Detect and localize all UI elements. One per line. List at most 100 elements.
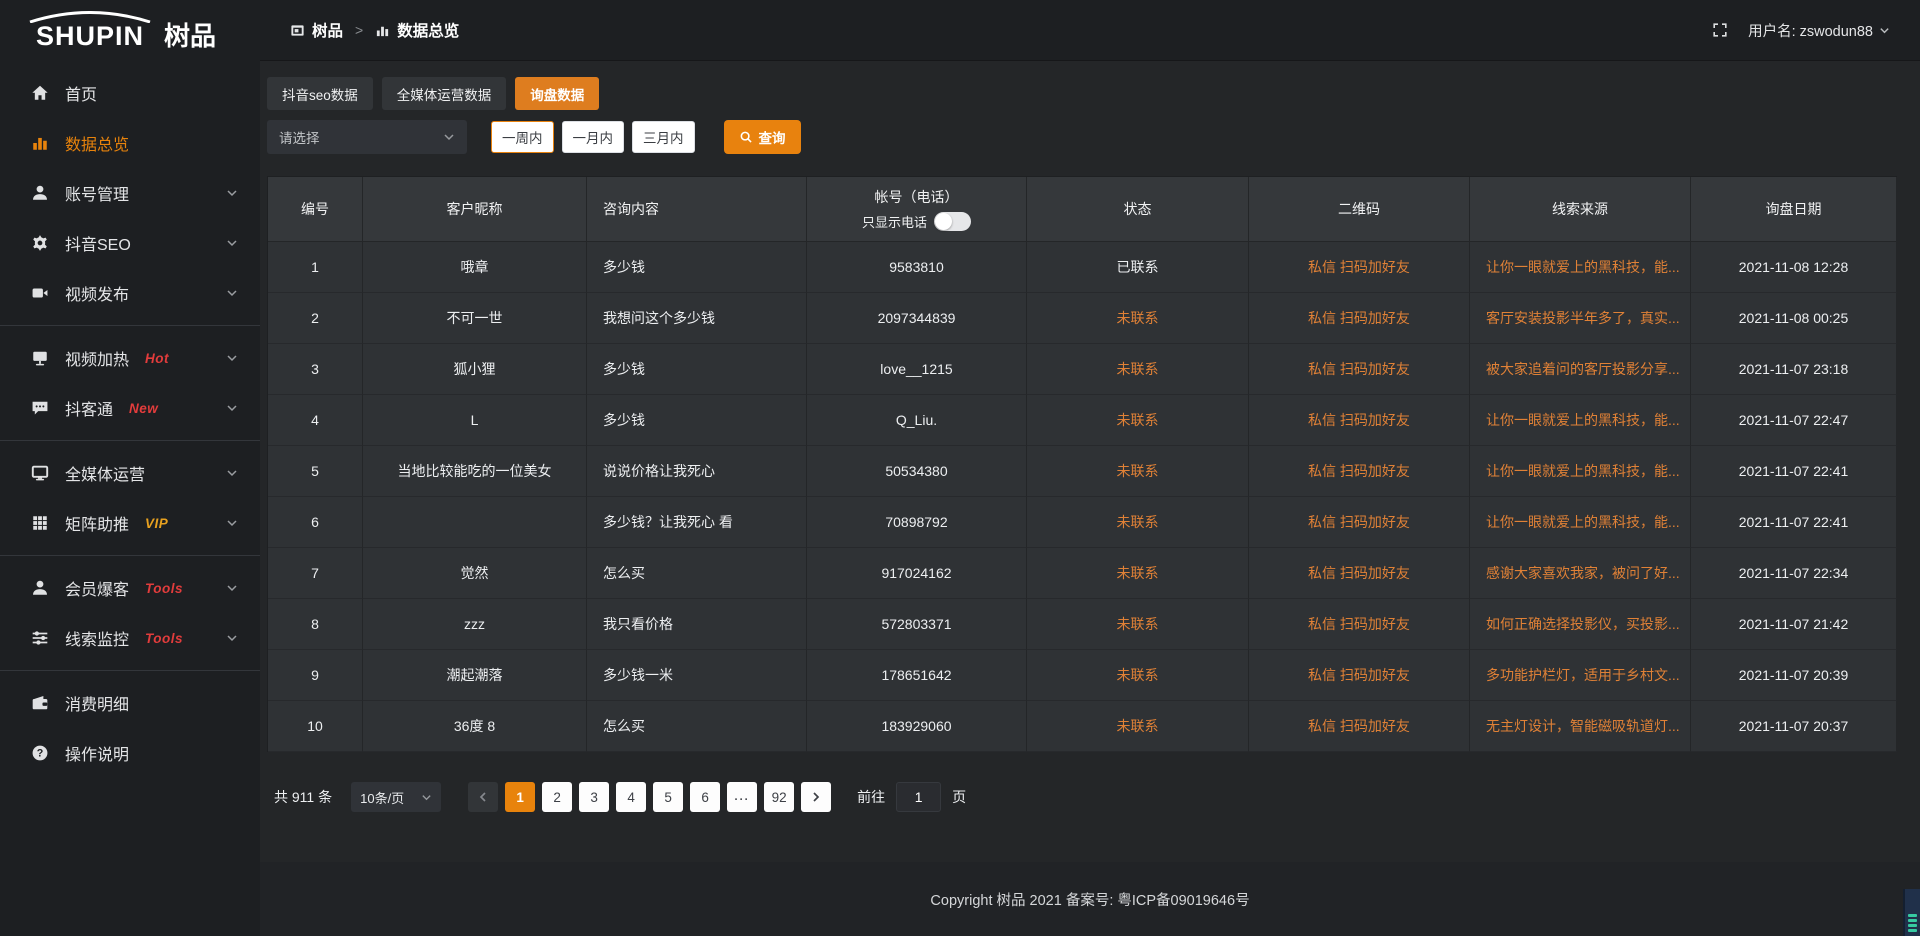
user-menu[interactable]: 用户名: zswodun88 xyxy=(1748,20,1890,41)
cell-qr-link[interactable]: 私信 扫码加好友 xyxy=(1249,293,1470,344)
page-button-92[interactable]: 92 xyxy=(764,782,794,812)
table-row: 8zzz我只看价格572803371未联系私信 扫码加好友如何正确选择投影仪，买… xyxy=(268,599,1897,650)
sidebar-item-label: 矩阵助推 xyxy=(65,511,129,535)
sidebar-item-7[interactable]: 抖客通New xyxy=(0,383,260,433)
sidebar-divider xyxy=(0,670,260,671)
cell-nickname: 36度 8 xyxy=(363,701,587,752)
tab-1[interactable]: 抖音seo数据 xyxy=(267,77,373,110)
cell-source-link[interactable]: 让你一眼就爱上的黑科技，能... xyxy=(1470,497,1691,548)
cell-qr-link[interactable]: 私信 扫码加好友 xyxy=(1249,242,1470,293)
username-label: 用户名: zswodun88 xyxy=(1748,20,1873,41)
sidebar-item-5[interactable]: 视频发布 xyxy=(0,268,260,318)
cell-content: 说说价格让我死心 xyxy=(587,446,807,497)
search-icon xyxy=(739,130,753,144)
cell-source-link[interactable]: 让你一眼就爱上的黑科技，能... xyxy=(1470,242,1691,293)
sidebar-item-2[interactable]: 数据总览 xyxy=(0,118,260,168)
floating-widget[interactable] xyxy=(1903,889,1920,936)
cell-nickname xyxy=(363,497,587,548)
goto-page-input[interactable]: 1 xyxy=(896,782,941,812)
cell-nickname: 觉然 xyxy=(363,548,587,599)
sidebar-item-1[interactable]: 首页 xyxy=(0,68,260,118)
cell-source-link[interactable]: 多功能护栏灯，适用于乡村文... xyxy=(1470,650,1691,701)
sliders-icon xyxy=(30,628,50,648)
cell-number: 7 xyxy=(268,548,363,599)
tab-2[interactable]: 全媒体运营数据 xyxy=(382,77,507,110)
cell-content: 我想问这个多少钱 xyxy=(587,293,807,344)
cell-status: 未联系 xyxy=(1027,344,1249,395)
sidebar: SHUPIN 树品 首页数据总览账号管理抖音SEO视频发布视频加热Hot抖客通N… xyxy=(0,0,260,936)
table-row: 5当地比较能吃的一位美女说说价格让我死心50534380未联系私信 扫码加好友让… xyxy=(268,446,1897,497)
sidebar-item-3[interactable]: 账号管理 xyxy=(0,168,260,218)
logo-text-en: SHUPIN xyxy=(36,23,144,50)
cell-account: love__1215 xyxy=(807,344,1027,395)
cell-source-link[interactable]: 让你一眼就爱上的黑科技，能... xyxy=(1470,446,1691,497)
range-button-1[interactable]: 一周内 xyxy=(491,121,554,153)
column-header-5: 状态 xyxy=(1027,177,1249,242)
page-button-5[interactable]: 5 xyxy=(653,782,683,812)
fullscreen-icon[interactable] xyxy=(1712,22,1728,38)
column-header-label: 询盘日期 xyxy=(1766,199,1822,219)
cell-qr-link[interactable]: 私信 扫码加好友 xyxy=(1249,497,1470,548)
cell-source-link[interactable]: 无主灯设计，智能磁吸轨道灯... xyxy=(1470,701,1691,752)
prev-page-button[interactable] xyxy=(468,782,498,812)
cell-qr-link[interactable]: 私信 扫码加好友 xyxy=(1249,548,1470,599)
breadcrumb-separator: > xyxy=(355,22,363,38)
breadcrumb-item-app[interactable]: 树品 xyxy=(290,19,343,41)
cell-number: 5 xyxy=(268,446,363,497)
cell-source-link[interactable]: 被大家追着问的客厅投影分享... xyxy=(1470,344,1691,395)
sidebar-item-label: 消费明细 xyxy=(65,691,129,715)
phone-only-toggle[interactable] xyxy=(934,212,971,231)
cell-source-link[interactable]: 感谢大家喜欢我家，被问了好... xyxy=(1470,548,1691,599)
sidebar-item-9[interactable]: 矩阵助推VIP xyxy=(0,498,260,548)
page-size-select[interactable]: 10条/页 xyxy=(351,782,441,812)
cell-number: 8 xyxy=(268,599,363,650)
page-button-3[interactable]: 3 xyxy=(579,782,609,812)
sidebar-item-badge: Hot xyxy=(145,351,169,366)
wallet-icon xyxy=(30,693,50,713)
next-page-button[interactable] xyxy=(801,782,831,812)
cell-date: 2021-11-07 22:34 xyxy=(1691,548,1897,599)
page-button-6[interactable]: 6 xyxy=(690,782,720,812)
cell-content: 怎么买 xyxy=(587,548,807,599)
sidebar-item-10[interactable]: 会员爆客Tools xyxy=(0,563,260,613)
page-button-4[interactable]: 4 xyxy=(616,782,646,812)
cell-qr-link[interactable]: 私信 扫码加好友 xyxy=(1249,395,1470,446)
cell-nickname: zzz xyxy=(363,599,587,650)
sidebar-item-12[interactable]: 消费明细 xyxy=(0,678,260,728)
filter-select[interactable]: 请选择 xyxy=(267,120,467,154)
sidebar-item-label: 数据总览 xyxy=(65,131,129,155)
cell-content: 多少钱 xyxy=(587,242,807,293)
range-button-2[interactable]: 一月内 xyxy=(562,121,625,153)
cell-qr-link[interactable]: 私信 扫码加好友 xyxy=(1249,599,1470,650)
page-ellipsis-button[interactable]: ... xyxy=(727,782,757,812)
search-button[interactable]: 查询 xyxy=(724,120,801,154)
cell-source-link[interactable]: 让你一眼就爱上的黑科技，能... xyxy=(1470,395,1691,446)
sidebar-item-label: 抖客通 xyxy=(65,396,113,420)
pagination: 共 911 条 10条/页 123456...92 前往 1 页 xyxy=(267,782,1897,812)
tab-3[interactable]: 询盘数据 xyxy=(515,77,599,110)
chevron-down-icon xyxy=(226,582,238,594)
sidebar-item-13[interactable]: ?操作说明 xyxy=(0,728,260,778)
chevron-down-icon xyxy=(226,402,238,414)
cell-qr-link[interactable]: 私信 扫码加好友 xyxy=(1249,344,1470,395)
sidebar-item-6[interactable]: 视频加热Hot xyxy=(0,333,260,383)
cell-qr-link[interactable]: 私信 扫码加好友 xyxy=(1249,701,1470,752)
sidebar-divider xyxy=(0,440,260,441)
sidebar-item-4[interactable]: 抖音SEO xyxy=(0,218,260,268)
breadcrumb-item-page[interactable]: 数据总览 xyxy=(375,19,459,41)
sidebar-item-11[interactable]: 线索监控Tools xyxy=(0,613,260,663)
table-row: 7觉然怎么买917024162未联系私信 扫码加好友感谢大家喜欢我家，被问了好.… xyxy=(268,548,1897,599)
range-button-3[interactable]: 三月内 xyxy=(632,121,695,153)
page-button-1[interactable]: 1 xyxy=(505,782,535,812)
cell-qr-link[interactable]: 私信 扫码加好友 xyxy=(1249,446,1470,497)
cell-content: 我只看价格 xyxy=(587,599,807,650)
gear-icon xyxy=(30,233,50,253)
page-button-2[interactable]: 2 xyxy=(542,782,572,812)
sidebar-item-8[interactable]: 全媒体运营 xyxy=(0,448,260,498)
total-count-label: 共 911 条 xyxy=(274,787,332,807)
cell-qr-link[interactable]: 私信 扫码加好友 xyxy=(1249,650,1470,701)
cell-source-link[interactable]: 如何正确选择投影仪，买投影... xyxy=(1470,599,1691,650)
cell-status: 已联系 xyxy=(1027,242,1249,293)
cell-number: 9 xyxy=(268,650,363,701)
cell-source-link[interactable]: 客厅安装投影半年多了，真实... xyxy=(1470,293,1691,344)
